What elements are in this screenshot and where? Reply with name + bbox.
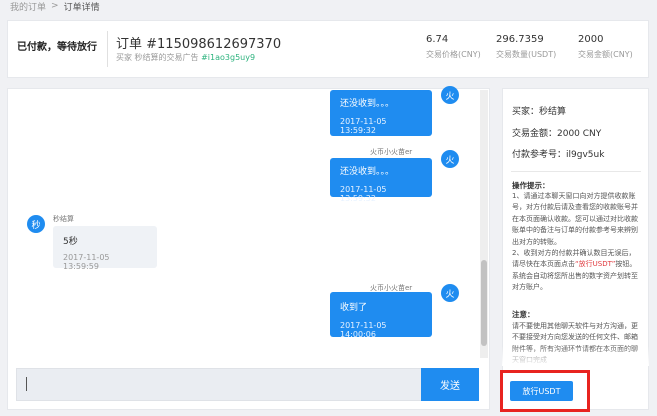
order-ad-code[interactable]: #i1ao3g5uy9 (201, 53, 255, 62)
chat-message: 收到了 2017-11-05 14:00:06 (330, 292, 432, 339)
tip-2: 2、收到对方的付款并确认数目无误后，请尽快在本页面点击“放行USDT”按钮。系统… (512, 248, 642, 294)
payment-ref-code: 付款参考号：il9gv5uk (512, 150, 605, 160)
breadcrumb-separator: > (51, 1, 59, 11)
buyer-name: 买家：秒结算 (512, 107, 567, 117)
chat-message-time: 2017-11-05 13:59:32 (340, 185, 387, 203)
order-ad-info: 买家 秒结算的交易广告 #i1ao3g5uy9 (116, 52, 255, 63)
avatar: 火 (441, 284, 459, 302)
chat-input[interactable] (16, 368, 421, 401)
order-header: 已付款，等待放行 订单 #115098612697370 买家 秒结算的交易广告… (7, 20, 649, 78)
tip-1: 1、请通过本聊天窗口向对方提供收款账号，对方付款后请及查看您的收款账号并在本页面… (512, 192, 638, 246)
note-title: 注意： (512, 310, 535, 319)
chat-message-time: 2017-11-05 14:00:06 (340, 321, 387, 339)
stat-quantity-value: 296.7359 (496, 34, 544, 45)
stat-amount-label: 交易金额(CNY) (578, 50, 633, 59)
order-status: 已付款，等待放行 (17, 42, 97, 53)
chat-sender-name: 火币小火苗er (370, 148, 413, 156)
chat-message-time: 2017-11-05 13:59:32 (340, 117, 387, 135)
chat-scrollbar[interactable] (480, 90, 488, 358)
stat-price: 6.74 交易价格(CNY) (426, 34, 481, 60)
stat-amount: 2000 交易金额(CNY) (578, 34, 633, 60)
chat-message: 还没收到。。。 2017-11-05 13:59:32 (330, 158, 432, 203)
release-usdt-button[interactable]: 放行USDT (510, 381, 573, 401)
chat-message: 5秒 2017-11-05 13:59:59 (53, 226, 157, 271)
stat-price-value: 6.74 (426, 34, 449, 45)
trade-amount: 交易金额：2000 CNY (512, 129, 602, 139)
stat-quantity-label: 交易数量(USDT) (496, 50, 557, 59)
tip-2-highlight: “放行USDT” (575, 260, 616, 269)
breadcrumb: 我的订单 > 订单详情 (10, 0, 100, 13)
stat-amount-value: 2000 (578, 34, 604, 45)
chat-message-text: 还没收到。。。 (340, 99, 395, 109)
avatar: 火 (441, 86, 459, 104)
info-divider (511, 171, 641, 172)
tips-text: 1、请通过本聊天窗口向对方提供收款账号，对方付款后请及查看您的收款账号并在本页面… (512, 191, 642, 294)
order-number: 订单 #115098612697370 (116, 37, 282, 52)
chat-message-text: 还没收到。。。 (340, 167, 395, 177)
chat-sender-name: 秒结算 (53, 215, 74, 223)
stat-price-label: 交易价格(CNY) (426, 50, 481, 59)
stat-quantity: 296.7359 交易数量(USDT) (496, 34, 556, 60)
tips-title: 操作提示： (512, 181, 550, 190)
breadcrumb-my-orders[interactable]: 我的订单 (10, 0, 46, 13)
avatar: 火 (441, 150, 459, 168)
chat-message-time: 2017-11-05 13:59:59 (63, 253, 110, 271)
chat-scrollbar-thumb[interactable] (481, 260, 487, 346)
chat-message: 还没收到。。。 2017-11-05 13:59:32 (330, 90, 432, 136)
avatar: 秒 (27, 215, 45, 233)
send-button[interactable]: 发送 (421, 368, 479, 401)
info-fade (502, 346, 649, 366)
input-caret (26, 377, 27, 391)
chat-message-text: 5秒 (63, 237, 78, 247)
header-divider (107, 31, 108, 67)
breadcrumb-current: 订单详情 (63, 2, 100, 13)
chat-message-text: 收到了 (340, 303, 368, 313)
order-buyer-ad: 买家 秒结算的交易广告 (116, 53, 199, 62)
